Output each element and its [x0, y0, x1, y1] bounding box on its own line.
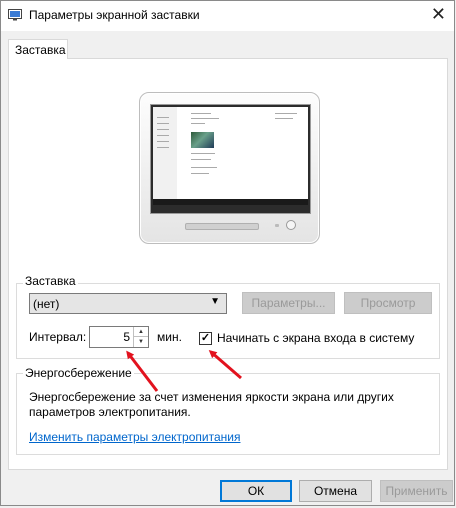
arrow-to-checkbox: [208, 350, 242, 380]
arrow-to-interval: [126, 350, 159, 392]
arrow-annotation: [126, 350, 242, 392]
tab-screensaver[interactable]: Заставка: [8, 39, 68, 59]
dialog-window: Параметры экранной заставки ✕ Заставка З…: [0, 0, 455, 506]
